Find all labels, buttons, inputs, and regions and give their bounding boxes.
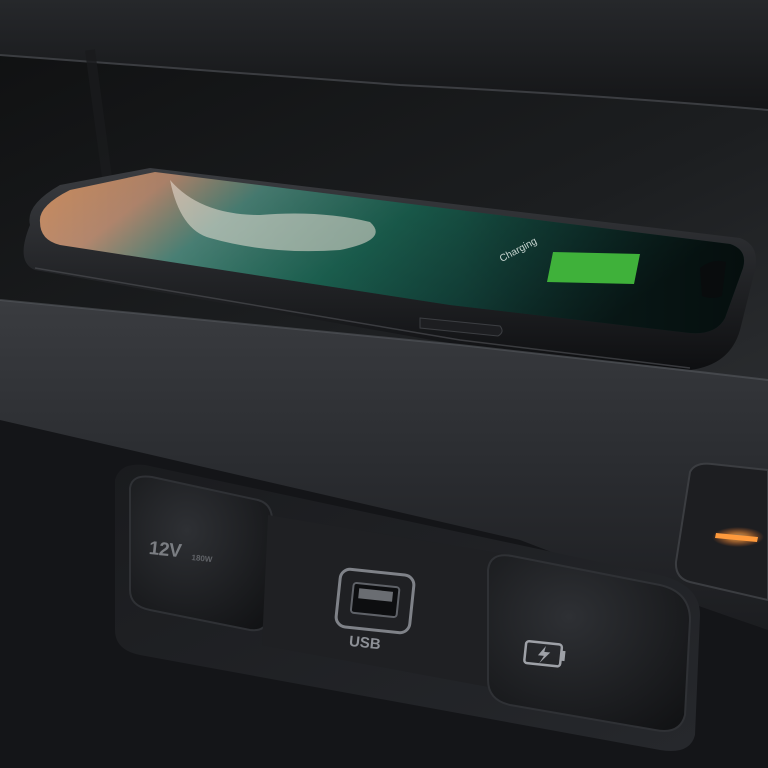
scene-illustration bbox=[0, 0, 768, 768]
car-console-scene: 12V 180W USB Charging bbox=[0, 0, 768, 768]
side-switch[interactable] bbox=[674, 462, 768, 602]
socket-12v-label: 12V bbox=[147, 538, 183, 563]
battery-charge-icon bbox=[547, 252, 640, 284]
usb-label: USB bbox=[348, 633, 382, 654]
